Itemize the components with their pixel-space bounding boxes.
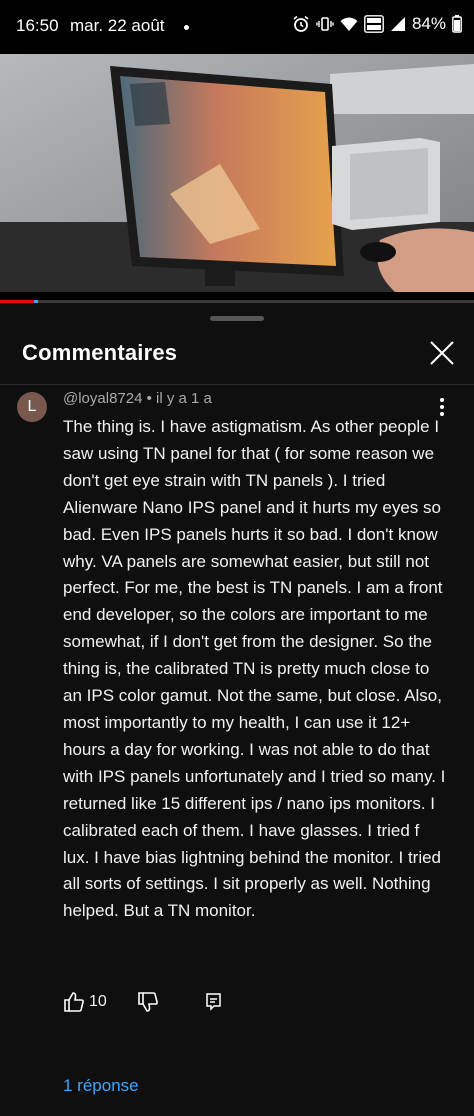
vibrate-icon — [316, 17, 334, 31]
like-button[interactable] — [63, 991, 85, 1018]
battery-icon — [452, 15, 462, 33]
like-count: 10 — [89, 993, 107, 1010]
comment-author-meta[interactable]: @loyal8724 • il y a 1 a — [63, 390, 212, 407]
dislike-button[interactable] — [137, 991, 159, 1018]
video-thumbnail — [0, 54, 474, 292]
volte-icon — [364, 15, 384, 33]
notification-dot-icon — [184, 25, 189, 30]
close-icon — [430, 341, 454, 365]
thumbs-down-icon — [138, 992, 158, 1012]
avatar[interactable]: L — [17, 392, 47, 422]
comments-sheet: Commentaires L @loyal8724 • il y a 1 a T… — [0, 303, 474, 1116]
signal-icon — [390, 17, 405, 31]
close-button[interactable] — [428, 339, 456, 367]
reply-button[interactable] — [205, 991, 223, 1018]
alarm-icon — [293, 15, 309, 32]
comments-title: Commentaires — [22, 340, 178, 365]
status-bar: 16:50 mar. 22 août 84% — [0, 0, 474, 54]
reply-icon — [206, 993, 221, 1011]
status-date: mar. 22 août — [70, 16, 165, 35]
video-player[interactable] — [0, 54, 474, 292]
battery-percent: 84% — [411, 14, 446, 33]
thumbs-up-icon — [64, 992, 84, 1012]
wifi-icon — [340, 17, 358, 31]
replies-link[interactable]: 1 réponse — [63, 1076, 139, 1096]
header-divider — [0, 384, 474, 385]
status-icons: 84% — [292, 14, 462, 34]
status-time: 16:50 — [16, 16, 59, 35]
sheet-drag-handle[interactable] — [210, 316, 264, 321]
comment-text: The thing is. I have astigmatism. As oth… — [63, 417, 446, 921]
